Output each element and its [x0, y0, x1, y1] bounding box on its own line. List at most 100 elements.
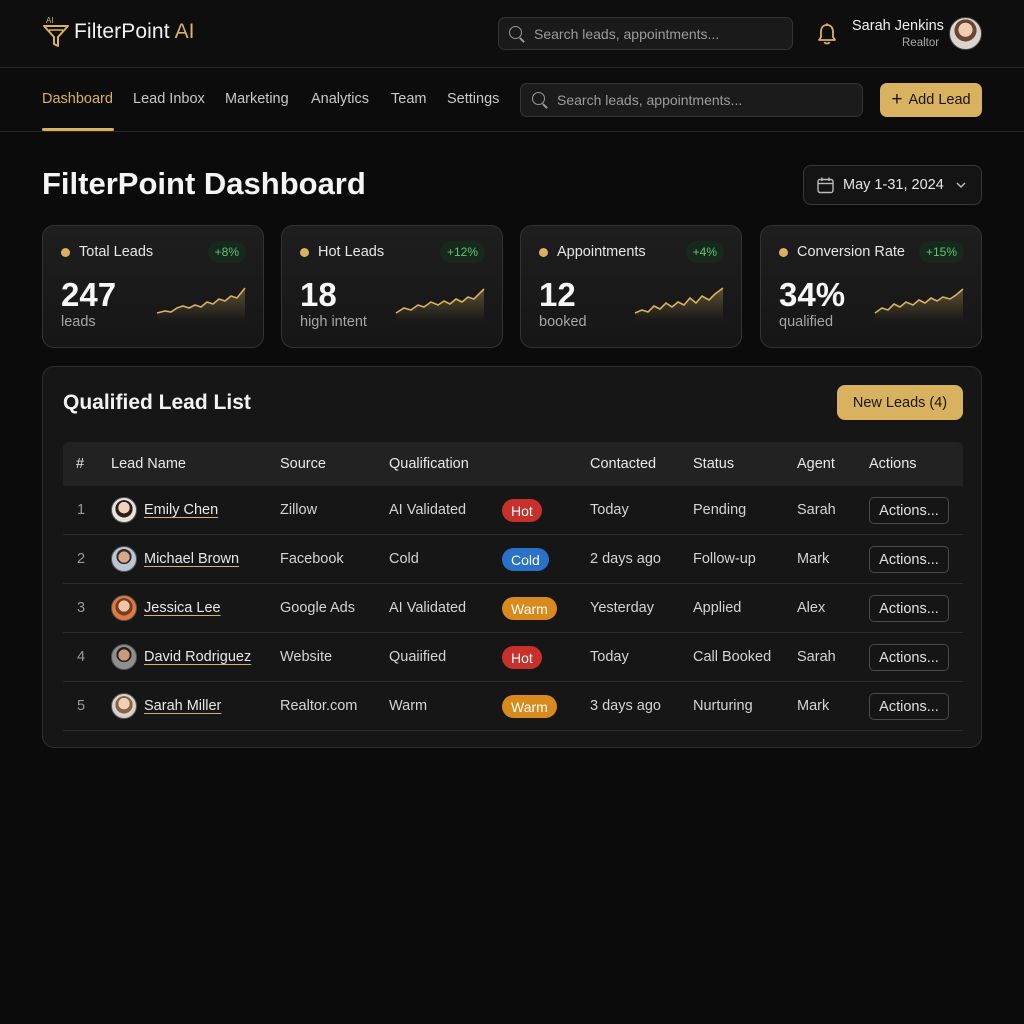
column-header-number[interactable]: # — [76, 456, 84, 472]
lead-contacted: Yesterday — [590, 600, 654, 616]
lead-status: Applied — [693, 600, 742, 616]
stat-delta-badge: +12% — [439, 241, 485, 263]
sparkline-chart — [634, 287, 724, 321]
column-header-source[interactable]: Source — [280, 456, 326, 472]
row-actions-button[interactable]: Actions... — [869, 497, 949, 524]
chevron-down-icon — [956, 182, 966, 189]
avatar — [111, 595, 137, 621]
stat-value: 18 — [300, 276, 337, 313]
table-header: # Lead Name Source Qualification Contact… — [63, 442, 963, 486]
lead-status: Follow-up — [693, 551, 756, 567]
stat-value: 34% — [779, 276, 846, 313]
lead-temperature-badge: Hot — [502, 499, 542, 522]
lead-source: Facebook — [280, 551, 344, 567]
lead-temperature-badge: Hot — [502, 646, 542, 669]
nav-search-box[interactable] — [520, 83, 863, 117]
stat-card-conversion-rate[interactable]: Conversion Rate +15% 34% qualified — [760, 225, 982, 348]
column-header-status[interactable]: Status — [693, 456, 734, 472]
sparkline-chart — [874, 288, 964, 321]
app-logo[interactable]: AI FilterPoint AI — [42, 14, 194, 50]
top-search-box[interactable] — [498, 17, 793, 50]
column-header-qualification[interactable]: Qualification — [389, 456, 469, 472]
avatar — [111, 546, 137, 572]
row-actions-button[interactable]: Actions... — [869, 595, 949, 622]
status-dot — [779, 248, 788, 257]
new-leads-button[interactable]: New Leads (4) — [837, 385, 963, 420]
lead-qualification: AI Validated — [389, 600, 467, 616]
status-dot — [61, 248, 70, 257]
column-header-actions: Actions — [869, 456, 917, 472]
tab-settings[interactable]: Settings — [447, 91, 499, 107]
lead-name-link[interactable]: David Rodriguez — [144, 649, 251, 665]
tab-dashboard[interactable]: Dashboard — [42, 91, 113, 107]
lead-contacted: 3 days ago — [590, 698, 661, 714]
tab-analytics[interactable]: Analytics — [311, 91, 369, 107]
table-row: 4 David Rodriguez Website Quaiified Hot … — [63, 633, 963, 682]
row-number: 2 — [77, 551, 86, 567]
stat-label: Hot Leads — [318, 244, 385, 260]
row-number: 4 — [77, 649, 86, 665]
stat-value: 12 — [539, 276, 576, 313]
panel-title: Qualified Lead List — [63, 391, 251, 414]
row-actions-button[interactable]: Actions... — [869, 546, 949, 573]
tab-marketing[interactable]: Marketing — [225, 91, 289, 107]
avatar — [111, 497, 137, 523]
lead-agent: Mark — [797, 551, 830, 567]
sparkline-chart — [156, 287, 246, 321]
top-search-input[interactable] — [534, 25, 774, 42]
lead-agent: Sarah — [797, 649, 836, 665]
lead-status: Nurturing — [693, 698, 753, 714]
logo-badge: AI — [46, 16, 54, 25]
qualified-lead-list-panel: Qualified Lead List New Leads (4) # Lead… — [42, 366, 982, 748]
lead-name-link[interactable]: Jessica Lee — [144, 600, 221, 616]
page-title: FilterPoint Dashboard — [42, 166, 366, 201]
funnel-logo-icon: AI — [43, 16, 69, 47]
stat-card-total-leads[interactable]: Total Leads +8% 247 leads — [42, 225, 264, 348]
notification-bell-icon[interactable] — [816, 22, 838, 46]
stat-delta-badge: +4% — [685, 241, 724, 263]
stat-value: 247 — [61, 276, 117, 313]
column-header-agent[interactable]: Agent — [797, 456, 835, 472]
date-range-picker[interactable]: May 1-31, 2024 — [803, 165, 982, 205]
sparkline-chart — [395, 288, 485, 321]
tab-team[interactable]: Team — [391, 91, 426, 107]
top-bar: AI FilterPoint AI Sarah Jenkins Realtor — [0, 0, 1024, 68]
stat-card-hot-leads[interactable]: Hot Leads +12% 18 high intent — [281, 225, 503, 348]
stat-label: Conversion Rate — [797, 244, 905, 260]
stat-label: Appointments — [557, 244, 646, 260]
calendar-icon — [817, 177, 834, 193]
lead-source: Realtor.com — [280, 698, 358, 714]
lead-qualification: Cold — [389, 551, 419, 567]
app-name-suffix: AI — [174, 20, 195, 43]
add-lead-button[interactable]: + Add Lead — [880, 83, 982, 117]
lead-status: Call Booked — [693, 649, 772, 665]
active-tab-indicator — [42, 128, 114, 131]
lead-name-link[interactable]: Michael Brown — [144, 551, 239, 567]
row-number: 5 — [77, 698, 86, 714]
stat-label: Total Leads — [79, 244, 154, 260]
nav-search-input[interactable] — [557, 92, 797, 108]
lead-name-link[interactable]: Sarah Miller — [144, 698, 221, 714]
row-actions-button[interactable]: Actions... — [869, 644, 949, 671]
user-name[interactable]: Sarah Jenkins — [852, 18, 944, 34]
lead-status: Pending — [693, 502, 747, 518]
stat-card-appointments[interactable]: Appointments +4% 12 booked — [520, 225, 742, 348]
stat-subtitle: qualified — [779, 314, 834, 330]
user-avatar[interactable] — [949, 17, 982, 50]
column-header-contacted[interactable]: Contacted — [590, 456, 656, 472]
lead-agent: Mark — [797, 698, 830, 714]
stat-delta-badge: +15% — [918, 241, 964, 263]
date-range-label: May 1-31, 2024 — [843, 177, 944, 193]
table-row: 1 Emily Chen Zillow AI Validated Hot Tod… — [63, 486, 963, 535]
lead-name-link[interactable]: Emily Chen — [144, 502, 218, 518]
column-header-lead-name[interactable]: Lead Name — [111, 456, 186, 472]
lead-source: Google Ads — [280, 600, 355, 616]
table-row: 2 Michael Brown Facebook Cold Cold 2 day… — [63, 535, 963, 584]
row-number: 1 — [77, 502, 86, 518]
row-actions-button[interactable]: Actions... — [869, 693, 949, 720]
row-number: 3 — [77, 600, 86, 616]
tab-lead-inbox[interactable]: Lead Inbox — [133, 91, 205, 107]
stat-subtitle: high intent — [300, 314, 367, 330]
lead-contacted: Today — [590, 502, 629, 518]
lead-qualification: AI Validated — [389, 502, 467, 518]
